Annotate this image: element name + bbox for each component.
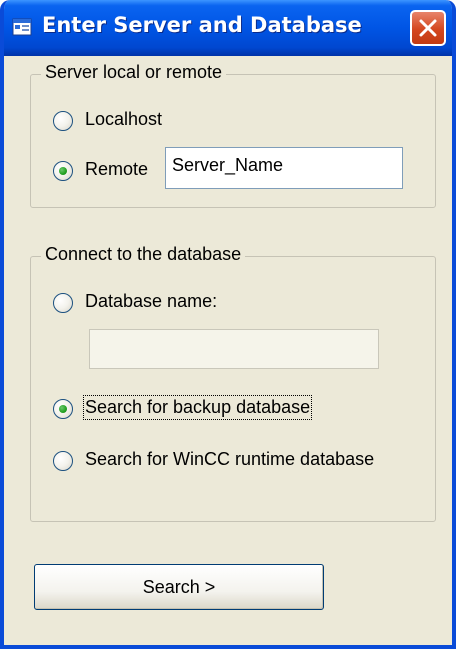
wincc-database-radio[interactable] — [53, 451, 73, 471]
close-button[interactable] — [410, 10, 446, 46]
database-name-label[interactable]: Database name: — [85, 291, 217, 312]
server-group-legend: Server local or remote — [41, 62, 227, 83]
backup-database-label[interactable]: Search for backup database — [82, 395, 313, 420]
app-window-icon — [12, 18, 32, 36]
server-groupbox: Server local or remote Localhost Remote … — [30, 62, 436, 208]
remote-radio-dot — [59, 167, 67, 175]
localhost-label[interactable]: Localhost — [85, 109, 162, 130]
database-name-radio[interactable] — [53, 293, 73, 313]
server-name-input[interactable]: Server_Name — [165, 147, 403, 189]
remote-radio[interactable] — [53, 161, 73, 181]
title-bar[interactable]: Enter Server and Database — [4, 0, 452, 56]
backup-radio-dot — [59, 405, 67, 413]
backup-database-radio[interactable] — [53, 399, 73, 419]
database-name-input[interactable] — [89, 329, 379, 369]
remote-label[interactable]: Remote — [85, 159, 148, 180]
localhost-radio[interactable] — [53, 111, 73, 131]
database-group-legend: Connect to the database — [41, 244, 246, 265]
dialog-window: Enter Server and Database Server local o… — [0, 0, 456, 649]
close-icon — [419, 19, 437, 37]
window-title: Enter Server and Database — [42, 13, 362, 37]
search-button[interactable]: Search > — [34, 564, 324, 610]
wincc-database-label[interactable]: Search for WinCC runtime database — [85, 449, 374, 470]
database-groupbox: Connect to the database Database name: S… — [30, 244, 436, 522]
